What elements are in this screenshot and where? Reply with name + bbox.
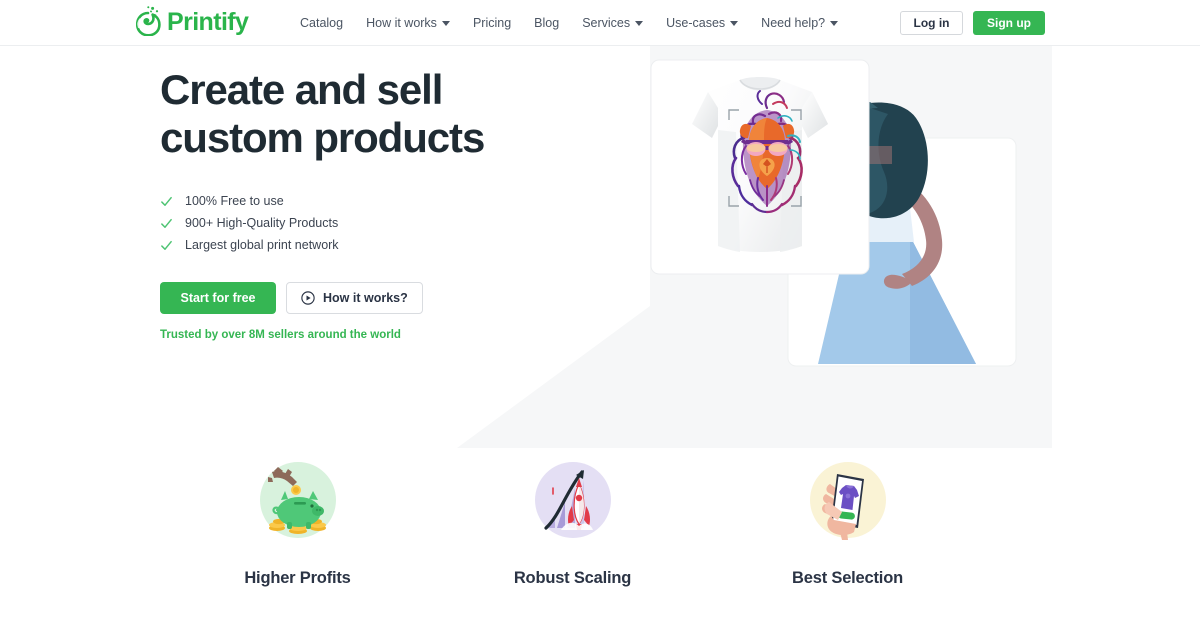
how-it-works-label: How it works?: [323, 291, 408, 305]
list-item: 900+ High-Quality Products: [160, 212, 560, 234]
rocket-growth-chart-icon: [534, 462, 611, 538]
bullet-label: 100% Free to use: [185, 193, 284, 208]
nav-label: Need help?: [761, 15, 826, 30]
auth-buttons: Log in Sign up: [900, 0, 1045, 46]
brand-name: Printify: [167, 7, 249, 36]
chevron-down-icon: [441, 21, 450, 26]
nav-label: How it works: [366, 15, 437, 30]
nav-item-pricing[interactable]: Pricing: [473, 17, 511, 30]
signup-button[interactable]: Sign up: [973, 11, 1045, 35]
hero-title-line-2: custom products: [160, 114, 485, 161]
trusted-text: Trusted by over 8M sellers around the wo…: [160, 329, 401, 341]
feature-higher-profits[interactable]: Higher Profits: [160, 448, 435, 628]
hero-title-line-1: Create and sell: [160, 66, 443, 113]
feature-robust-scaling[interactable]: Robust Scaling: [435, 448, 710, 628]
bullet-label: Largest global print network: [185, 237, 339, 252]
nav-label: Catalog: [300, 15, 344, 30]
login-button[interactable]: Log in: [900, 11, 963, 35]
hero-copy: Create and sell custom products 100% Fre…: [160, 66, 560, 342]
product-card-front: [650, 59, 870, 275]
piggy-bank-coin-icon: [259, 462, 336, 538]
nav-item-use-cases[interactable]: Use-cases: [666, 15, 739, 30]
feature-title: Robust Scaling: [513, 569, 632, 587]
nav-label: Pricing: [472, 15, 512, 30]
nav-item-catalog[interactable]: Catalog: [300, 17, 343, 30]
nav-item-how-it-works[interactable]: How it works: [366, 17, 450, 30]
features-section: Higher Profits Robust Scaling Best Selec…: [0, 448, 1200, 628]
page-title: Create and sell custom products: [160, 66, 560, 162]
feature-title: Higher Profits: [244, 569, 351, 587]
nav-label: Services: [582, 15, 631, 30]
play-circle-icon: [301, 291, 315, 305]
main-navigation: Catalog How it works Pricing Blog Servic…: [300, 0, 839, 46]
how-it-works-button[interactable]: How it works?: [286, 282, 423, 314]
site-header: Printify Catalog How it works Pricing Bl…: [0, 0, 1200, 46]
hero-section: Create and sell custom products 100% Fre…: [0, 46, 1200, 448]
printify-logo-link[interactable]: Printify: [136, 6, 249, 36]
start-for-free-button[interactable]: Start for free: [160, 282, 276, 314]
printify-paint-splash-icon: [136, 6, 161, 36]
nav-label: Use-cases: [666, 15, 726, 30]
list-item: 100% Free to use: [160, 190, 560, 212]
hero-cta-row: Start for free How it works?: [160, 282, 560, 314]
feature-best-selection[interactable]: Best Selection: [710, 448, 985, 628]
check-icon: [161, 240, 172, 250]
list-item: Largest global print network: [160, 234, 560, 256]
check-icon: [161, 218, 172, 228]
nav-item-services[interactable]: Services: [582, 15, 644, 30]
check-icon: [161, 196, 172, 206]
hero-bullet-list: 100% Free to use 900+ High-Quality Produ…: [160, 190, 560, 256]
nav-label: Blog: [534, 15, 560, 30]
nav-item-need-help[interactable]: Need help?: [761, 15, 839, 30]
chevron-down-icon: [730, 21, 739, 26]
nav-item-blog[interactable]: Blog: [534, 17, 559, 30]
feature-title: Best Selection: [792, 569, 903, 587]
chevron-down-icon: [635, 21, 644, 26]
hand-phone-tshirt-icon: [809, 462, 886, 540]
chevron-down-icon: [830, 21, 839, 26]
bullet-label: 900+ High-Quality Products: [185, 215, 339, 230]
